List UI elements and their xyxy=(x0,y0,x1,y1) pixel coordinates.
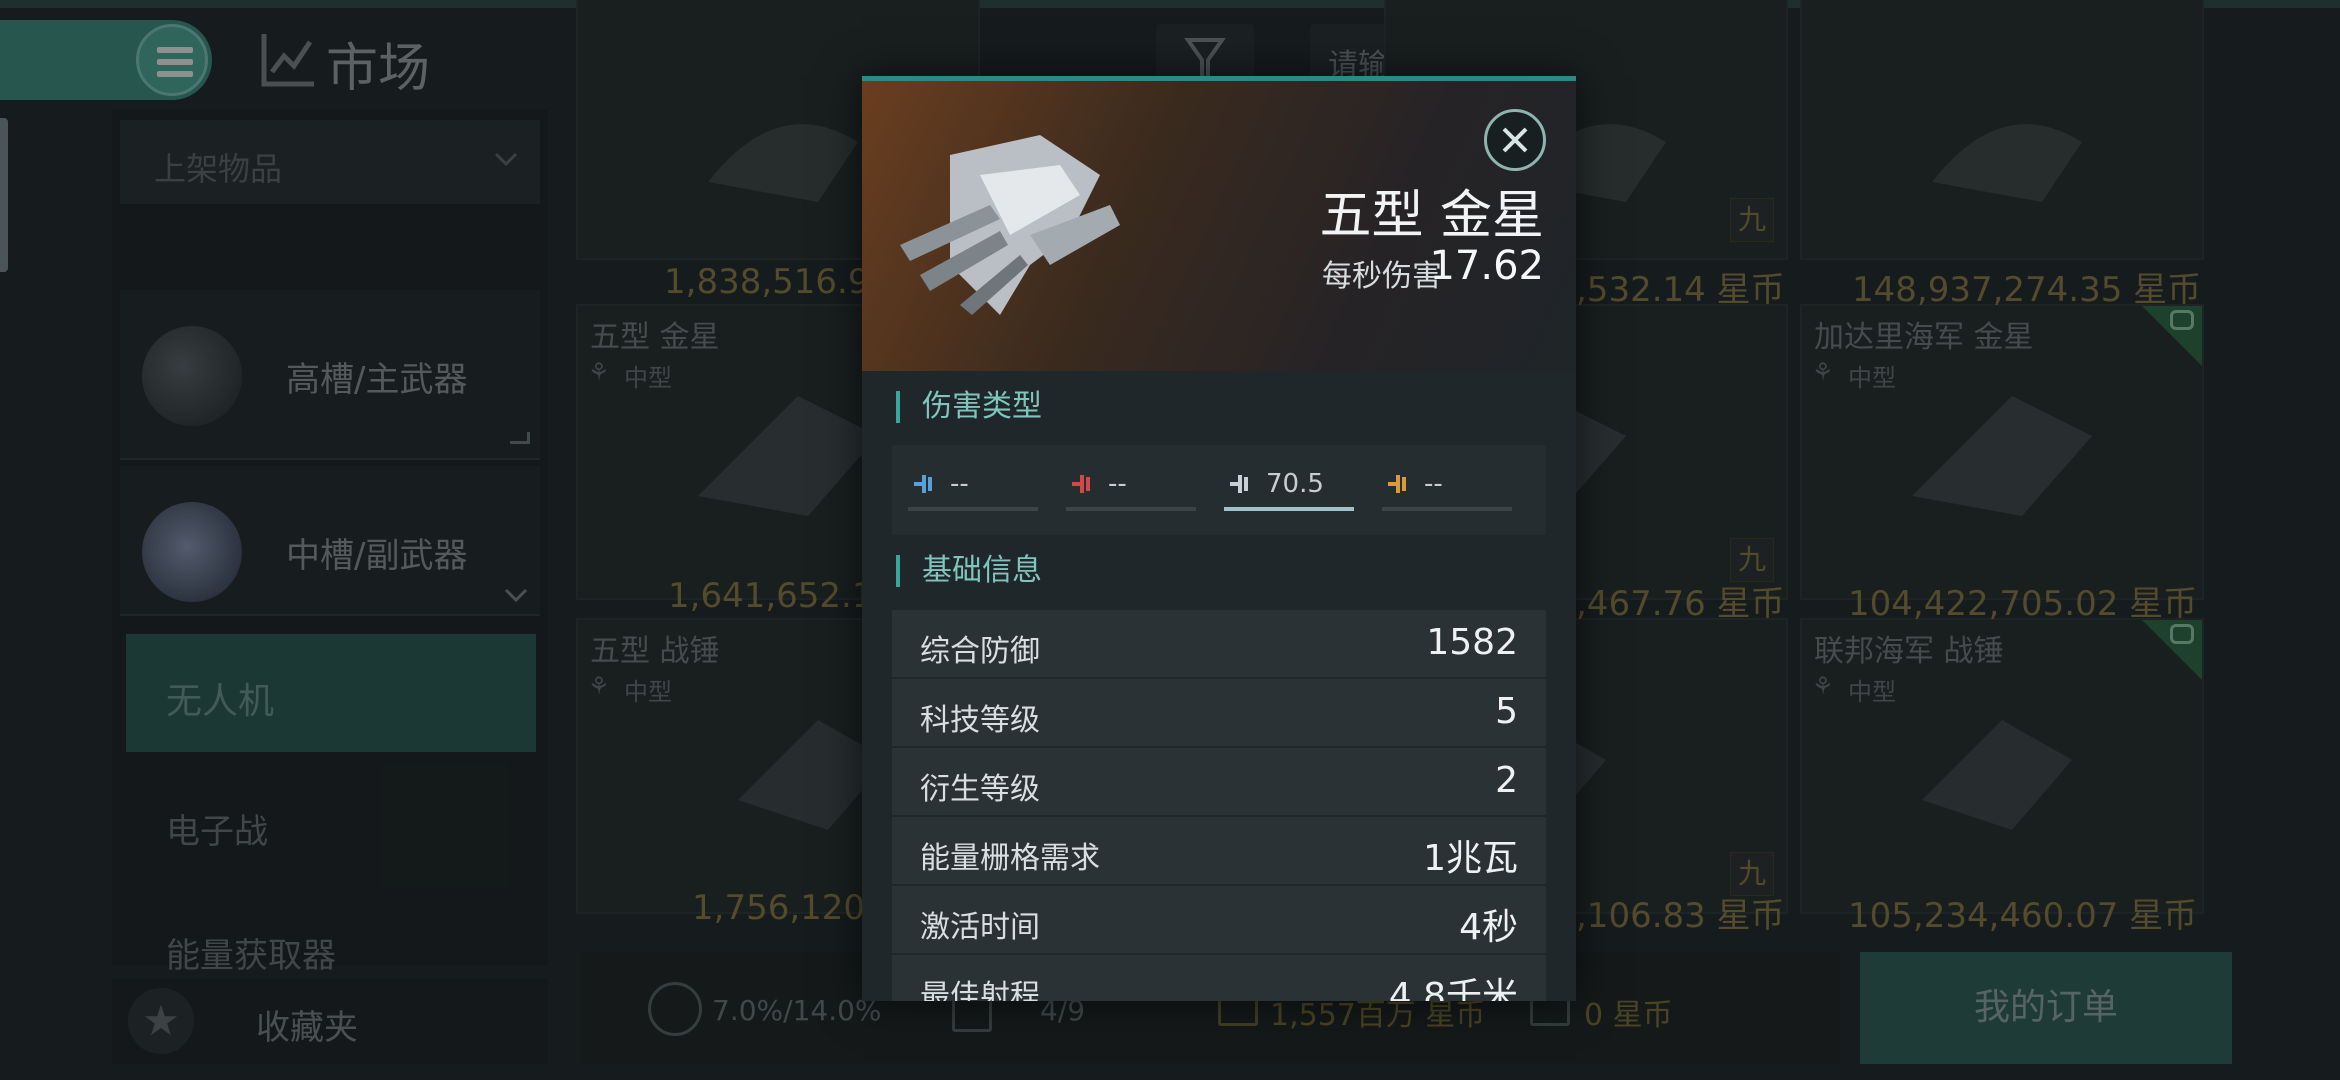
info-row: 综合防御 1582 xyxy=(892,610,1546,677)
info-value: 5 xyxy=(1495,691,1518,732)
dps-value: 17.62 xyxy=(1429,243,1544,289)
explosive-damage-icon xyxy=(1388,475,1406,493)
info-key: 综合防御 xyxy=(920,634,1040,669)
info-value: 4秒 xyxy=(1459,907,1518,948)
info-key: 衍生等级 xyxy=(920,772,1040,807)
info-value: 2 xyxy=(1495,760,1518,801)
damage-section-title: 伤害类型 xyxy=(896,391,1042,423)
info-section-title: 基础信息 xyxy=(896,555,1042,587)
info-key: 最佳射程 xyxy=(920,979,1040,1001)
damage-value: -- xyxy=(1108,469,1127,499)
damage-value: -- xyxy=(950,469,969,499)
info-key: 科技等级 xyxy=(920,703,1040,738)
damage-em: -- xyxy=(908,467,1038,511)
damage-explosive: -- xyxy=(1382,467,1512,511)
item-detail-popup: 五型 金星 每秒伤害 17.62 伤害类型 -- -- 70.5 -- 基础信息… xyxy=(862,76,1576,1001)
info-row: 最佳射程 4.8千米 xyxy=(892,955,1546,1001)
info-row: 能量栅格需求 1兆瓦 xyxy=(892,817,1546,884)
info-value: 1兆瓦 xyxy=(1423,838,1518,879)
info-row: 衍生等级 2 xyxy=(892,748,1546,815)
damage-thermal: -- xyxy=(1066,467,1196,511)
em-damage-icon xyxy=(914,475,932,493)
damage-value: -- xyxy=(1424,469,1443,499)
damage-type-row: -- -- 70.5 -- xyxy=(892,445,1546,535)
info-row: 科技等级 5 xyxy=(892,679,1546,746)
info-value: 1582 xyxy=(1426,622,1518,663)
damage-kinetic: 70.5 xyxy=(1224,467,1354,511)
item-hero-banner: 五型 金星 每秒伤害 17.62 xyxy=(862,81,1576,371)
info-value: 4.8千米 xyxy=(1388,976,1518,1001)
close-icon xyxy=(1502,127,1528,153)
kinetic-damage-icon xyxy=(1230,475,1248,493)
info-key: 能量栅格需求 xyxy=(920,841,1100,876)
thermal-damage-icon xyxy=(1072,475,1090,493)
drone-ship-image xyxy=(900,135,1120,315)
damage-value: 70.5 xyxy=(1266,469,1324,499)
info-row: 激活时间 4秒 xyxy=(892,886,1546,953)
close-popup-button[interactable] xyxy=(1484,109,1546,171)
info-key: 激活时间 xyxy=(920,910,1040,945)
item-title: 五型 金星 xyxy=(1319,186,1544,246)
dps-label: 每秒伤害 xyxy=(1322,259,1442,294)
